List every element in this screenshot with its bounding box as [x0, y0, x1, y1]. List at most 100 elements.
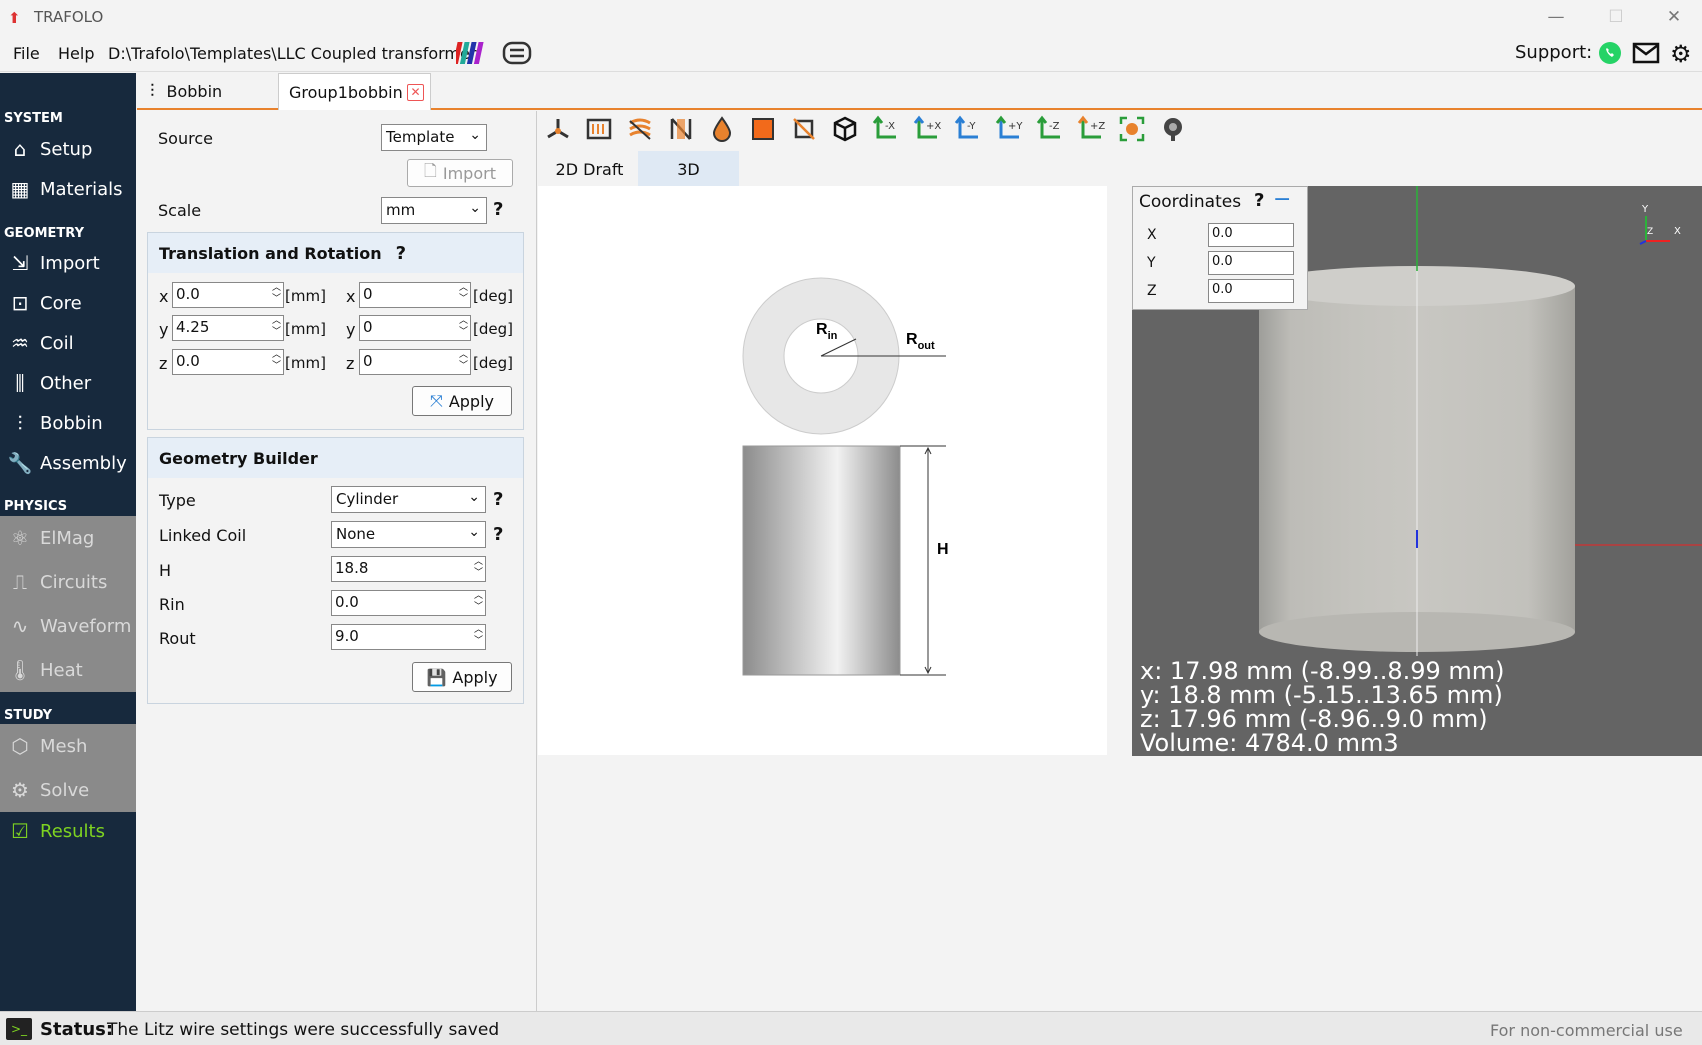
core-view-icon[interactable]	[583, 115, 615, 147]
translation-x-input[interactable]: 0.0 ︿ ﹀	[172, 282, 284, 308]
menu-help[interactable]: Help	[58, 44, 94, 63]
rotation-z-input[interactable]: 0 ︿ ﹀	[359, 349, 471, 375]
close-window-button[interactable]: ✕	[1648, 2, 1700, 32]
sidebar-item-label: Bobbin	[40, 412, 103, 434]
h-input[interactable]: 18.8 ︿ ﹀	[331, 556, 486, 582]
circuit-icon: ⎍	[13, 570, 27, 594]
scale-select[interactable]: mm ⌄	[381, 197, 487, 224]
mail-icon[interactable]	[1632, 42, 1660, 64]
svg-text:+X: +X	[926, 121, 941, 132]
sidebar-item-results[interactable]: ☑ Results	[0, 812, 136, 850]
camera-settings-icon[interactable]	[1157, 115, 1189, 147]
coil-view-icon[interactable]	[624, 115, 656, 147]
unit-deg: [deg]	[473, 287, 513, 305]
sidebar-item-materials[interactable]: ▦ Materials	[0, 170, 136, 208]
coord-y-input[interactable]: 0.0	[1208, 251, 1294, 275]
view-minus-y-icon[interactable]: -Y	[952, 115, 984, 147]
translation-z-input[interactable]: 0.0 ︿ ﹀	[172, 349, 284, 375]
unit-mm: [mm]	[285, 320, 326, 338]
spin-arrows-icon[interactable]: ︿ ﹀	[459, 350, 468, 372]
droplet-icon[interactable]	[706, 115, 738, 147]
spin-arrows-icon[interactable]: ︿ ﹀	[474, 557, 483, 579]
sidebar-item-coil[interactable]: ♒ Coil	[0, 324, 136, 362]
rotation-y-value: 0	[363, 318, 373, 336]
bobbin-view-icon[interactable]	[665, 115, 697, 147]
tab-bobbin[interactable]: ⫶ Bobbin	[150, 73, 280, 110]
sidebar-item-setup[interactable]: ⌂ Setup	[0, 130, 136, 168]
sidebar-item-circuits[interactable]: ⎍ Circuits	[0, 560, 136, 604]
view-plus-z-icon[interactable]: +Z	[1075, 115, 1107, 147]
sidebar-item-mesh[interactable]: ⬡ Mesh	[0, 724, 136, 768]
geometry-apply-button[interactable]: 💾 Apply	[412, 662, 512, 692]
ry-label: y	[346, 320, 356, 339]
translation-help-icon[interactable]: ?	[396, 243, 406, 264]
sidebar-item-waveform[interactable]: ∿ Waveform	[0, 604, 136, 648]
coordinates-title: Coordinates	[1139, 192, 1242, 212]
tab-3d[interactable]: 3D	[638, 151, 739, 187]
fit-view-icon[interactable]	[1116, 115, 1148, 147]
sidebar-item-label: Core	[40, 292, 82, 314]
tab-group1bobbin[interactable]: Group1bobbin ✕	[278, 73, 431, 110]
view-minus-z-icon[interactable]: -Z	[1034, 115, 1066, 147]
tab-2d-draft[interactable]: 2D Draft	[541, 151, 638, 187]
sidebar-item-core[interactable]: ⊡ Core	[0, 284, 136, 322]
source-select[interactable]: Template ⌄	[381, 124, 487, 151]
type-select[interactable]: Cylinder ⌄	[331, 486, 486, 513]
spin-arrows-icon[interactable]: ︿ ﹀	[272, 350, 281, 372]
coord-x-input[interactable]: 0.0	[1208, 223, 1294, 247]
linked-coil-help-icon[interactable]: ?	[493, 524, 503, 545]
menu-file[interactable]: File	[13, 44, 40, 63]
view-plus-x-icon[interactable]: +X	[911, 115, 943, 147]
status-message: The Litz wire settings were successfully…	[107, 1020, 500, 1040]
spin-arrows-icon[interactable]: ︿ ﹀	[459, 316, 468, 338]
sidebar-item-assembly[interactable]: 🔧 Assembly	[0, 444, 136, 482]
coord-x-value: 0.0	[1212, 226, 1233, 241]
maximize-button[interactable]: ☐	[1590, 2, 1642, 32]
sidebar-item-elmag[interactable]: ⚛ ElMag	[0, 516, 136, 560]
cube-icon[interactable]	[829, 115, 861, 147]
title-bar: ⬆ TRAFOLO — ☐ ✕	[0, 0, 1702, 34]
linked-coil-select[interactable]: None ⌄	[331, 521, 486, 548]
hide-shape-icon[interactable]	[788, 115, 820, 147]
rin-value: 0.0	[335, 593, 359, 611]
collapse-icon[interactable]: −	[1273, 187, 1291, 212]
spin-arrows-icon[interactable]: ︿ ﹀	[272, 283, 281, 305]
type-help-icon[interactable]: ?	[493, 489, 503, 510]
sidebar-item-heat[interactable]: 🌡 Heat	[0, 648, 136, 692]
import-file-icon: 🗋	[424, 160, 437, 180]
core-icon: ⊡	[11, 291, 29, 315]
coordinates-help-icon[interactable]: ?	[1254, 190, 1264, 211]
import-button[interactable]: 🗋 Import	[407, 159, 513, 187]
section-study: STUDY	[4, 708, 53, 723]
rotation-x-input[interactable]: 0 ︿ ﹀	[359, 282, 471, 308]
color-stripes-icon[interactable]	[452, 40, 486, 66]
spin-arrows-icon[interactable]: ︿ ﹀	[272, 316, 281, 338]
minimize-button[interactable]: —	[1530, 2, 1582, 32]
coord-z-input[interactable]: 0.0	[1208, 279, 1294, 303]
wrench-icon: 🔧	[7, 451, 33, 475]
rin-input[interactable]: 0.0 ︿ ﹀	[331, 590, 486, 616]
sidebar-item-solve[interactable]: ⚙ Solve	[0, 768, 136, 812]
scale-help-icon[interactable]: ?	[493, 199, 503, 220]
bug-icon[interactable]: ⚙	[1670, 40, 1692, 68]
translation-apply-button[interactable]: ⤧ Apply	[412, 386, 512, 416]
axes-tool-icon[interactable]	[542, 115, 574, 147]
rout-input[interactable]: 9.0 ︿ ﹀	[331, 624, 486, 650]
view-minus-x-icon[interactable]: -X	[870, 115, 902, 147]
view-plus-y-icon[interactable]: +Y	[993, 115, 1025, 147]
close-tab-icon[interactable]: ✕	[407, 84, 424, 101]
wave-icon: ∿	[11, 614, 29, 638]
translation-rotation-header: Translation and Rotation ?	[148, 233, 523, 273]
whatsapp-icon[interactable]	[1598, 41, 1622, 65]
spin-arrows-icon[interactable]: ︿ ﹀	[474, 591, 483, 613]
sidebar-item-other[interactable]: ⫼ Other	[0, 364, 136, 402]
sidebar-item-import[interactable]: ⇲ Import	[0, 244, 136, 282]
rotation-y-input[interactable]: 0 ︿ ﹀	[359, 315, 471, 341]
window-title: TRAFOLO	[34, 8, 104, 26]
translation-y-input[interactable]: 4.25 ︿ ﹀	[172, 315, 284, 341]
sidebar-item-bobbin[interactable]: ⫶ Bobbin	[0, 404, 136, 442]
square-fill-icon[interactable]	[747, 115, 779, 147]
s-logo-icon[interactable]	[502, 40, 532, 66]
spin-arrows-icon[interactable]: ︿ ﹀	[474, 625, 483, 647]
spin-arrows-icon[interactable]: ︿ ﹀	[459, 283, 468, 305]
